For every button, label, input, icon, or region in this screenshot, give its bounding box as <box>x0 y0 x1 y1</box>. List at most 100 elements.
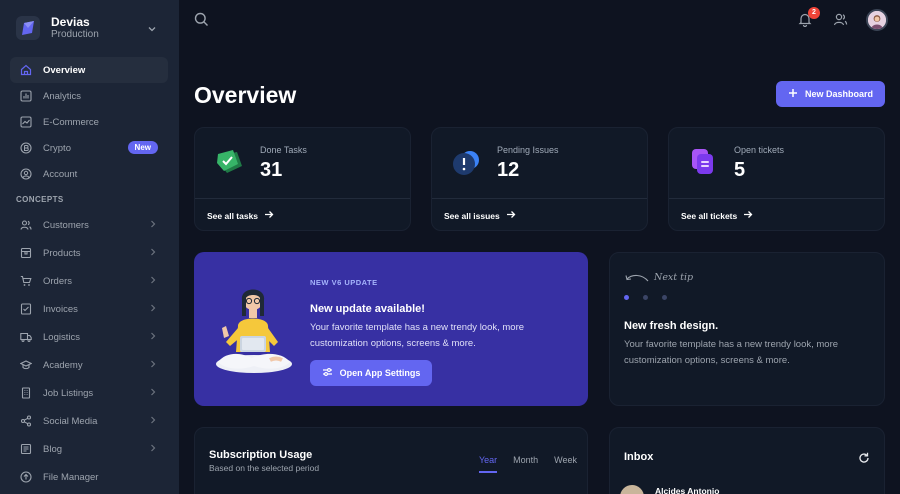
search-icon[interactable] <box>194 12 209 32</box>
org-switcher[interactable]: Devias Production <box>12 10 167 46</box>
tip-title: New fresh design. <box>624 320 719 332</box>
sidebar-item-label: Orders <box>43 275 73 287</box>
sidebar-item-crypto[interactable]: Crypto New <box>10 135 168 161</box>
cta-label: Open App Settings <box>339 368 421 378</box>
stat-value: 31 <box>260 159 283 181</box>
settings-sliders-icon <box>322 367 333 379</box>
arrow-right-icon <box>743 210 753 221</box>
chevron-right-icon <box>150 416 156 427</box>
blog-icon <box>20 443 32 455</box>
logo-icon <box>16 16 40 40</box>
sidebar-nav-main: Overview Analytics E-Commerce Crypto New… <box>10 57 168 187</box>
refresh-icon[interactable] <box>858 451 870 469</box>
link-label: See all tasks <box>207 210 259 221</box>
card-title: Subscription Usage <box>209 449 313 461</box>
users-icon <box>20 219 32 231</box>
inbox-card: Inbox Alcides Antonio <box>609 427 885 494</box>
see-all-issues-link[interactable]: See all issues <box>444 210 516 221</box>
sidebar-item-label: Invoices <box>43 303 78 315</box>
chevron-right-icon <box>150 388 156 399</box>
tab-month[interactable]: Month <box>513 455 538 473</box>
tab-week[interactable]: Week <box>554 455 577 473</box>
subscription-usage-card: Subscription Usage Based on the selected… <box>194 427 588 494</box>
next-tip-link[interactable]: Next tip <box>654 272 693 283</box>
sidebar-item-orders[interactable]: Orders <box>10 267 168 295</box>
stat-label: Done Tasks <box>260 145 307 155</box>
chevron-right-icon <box>150 304 156 315</box>
avatar[interactable] <box>866 9 888 31</box>
chevron-right-icon <box>150 332 156 343</box>
sidebar-item-label: Account <box>43 168 78 180</box>
avatar <box>620 485 644 494</box>
curved-arrow-icon <box>624 272 650 290</box>
see-all-tasks-link[interactable]: See all tasks <box>207 210 274 221</box>
line-chart-icon <box>20 116 32 128</box>
update-promo-card: NEW V6 UPDATE New update available! Your… <box>194 252 588 406</box>
stat-label: Pending Issues <box>497 145 559 155</box>
stat-card-done-tasks: Done Tasks 31 See all tasks <box>194 127 411 231</box>
link-label: See all issues <box>444 210 500 221</box>
sidebar-item-analytics[interactable]: Analytics <box>10 83 168 109</box>
divider <box>195 198 410 199</box>
sidebar-item-logistics[interactable]: Logistics <box>10 323 168 351</box>
tab-year[interactable]: Year <box>478 455 498 473</box>
message-sender[interactable]: Alcides Antonio <box>655 486 719 494</box>
pagination-dot[interactable] <box>662 295 667 300</box>
link-label: See all tickets <box>681 210 738 221</box>
truck-icon <box>20 331 32 343</box>
sidebar-item-social-media[interactable]: Social Media <box>10 407 168 435</box>
chevron-right-icon <box>150 276 156 287</box>
sidebar-item-academy[interactable]: Academy <box>10 351 168 379</box>
divider <box>432 198 647 199</box>
promo-eyebrow: NEW V6 UPDATE <box>310 278 378 287</box>
notification-count-badge: 2 <box>808 7 820 19</box>
see-all-tickets-link[interactable]: See all tickets <box>681 210 753 221</box>
stat-label: Open tickets <box>734 145 785 155</box>
tickets-icon <box>687 146 719 178</box>
package-icon <box>20 247 32 259</box>
org-environment: Production <box>51 29 99 40</box>
bar-chart-icon <box>20 90 32 102</box>
sidebar-item-label: Crypto <box>43 142 71 154</box>
sidebar-item-account[interactable]: Account <box>10 161 168 187</box>
sidebar-item-ecommerce[interactable]: E-Commerce <box>10 109 168 135</box>
sidebar-nav-concepts: Customers Products Orders Invoices Logis… <box>10 211 168 491</box>
sidebar-item-label: File Manager <box>43 471 99 483</box>
contacts-icon[interactable] <box>833 12 848 32</box>
currency-icon <box>20 142 32 154</box>
sidebar-item-label: Academy <box>43 359 83 371</box>
sidebar-item-invoices[interactable]: Invoices <box>10 295 168 323</box>
open-app-settings-button[interactable]: Open App Settings <box>310 360 432 386</box>
sidebar-item-label: Logistics <box>43 331 80 343</box>
sidebar-item-products[interactable]: Products <box>10 239 168 267</box>
receipt-icon <box>20 303 32 315</box>
section-title-concepts: CONCEPTS <box>16 195 64 204</box>
period-tabs: Year Month Week <box>478 455 577 473</box>
new-dashboard-label: New Dashboard <box>804 89 873 99</box>
arrow-right-icon <box>506 210 516 221</box>
sidebar-item-label: Products <box>43 247 81 259</box>
chevron-down-icon <box>147 21 157 39</box>
org-name: Devias <box>51 15 90 29</box>
chevron-right-icon <box>150 444 156 455</box>
upload-icon <box>20 471 32 483</box>
sidebar-item-blog[interactable]: Blog <box>10 435 168 463</box>
sidebar-item-file-manager[interactable]: File Manager <box>10 463 168 491</box>
sidebar-item-label: Job Listings <box>43 387 94 399</box>
chevron-right-icon <box>150 248 156 259</box>
pagination-dot[interactable] <box>624 295 629 300</box>
divider <box>669 198 884 199</box>
tip-pagination <box>624 295 667 300</box>
person-with-laptop-illustration <box>212 276 294 376</box>
sidebar-item-customers[interactable]: Customers <box>10 211 168 239</box>
check-shield-icon <box>213 146 245 178</box>
page-title: Overview <box>194 82 297 108</box>
sidebar: Devias Production Overview Analytics E-C… <box>0 0 179 494</box>
graduation-cap-icon <box>20 359 32 371</box>
pagination-dot[interactable] <box>643 295 648 300</box>
promo-headline: New update available! <box>310 303 425 315</box>
new-dashboard-button[interactable]: New Dashboard <box>776 81 885 107</box>
stat-value: 12 <box>497 159 520 181</box>
sidebar-item-job-listings[interactable]: Job Listings <box>10 379 168 407</box>
sidebar-item-overview[interactable]: Overview <box>10 57 168 83</box>
